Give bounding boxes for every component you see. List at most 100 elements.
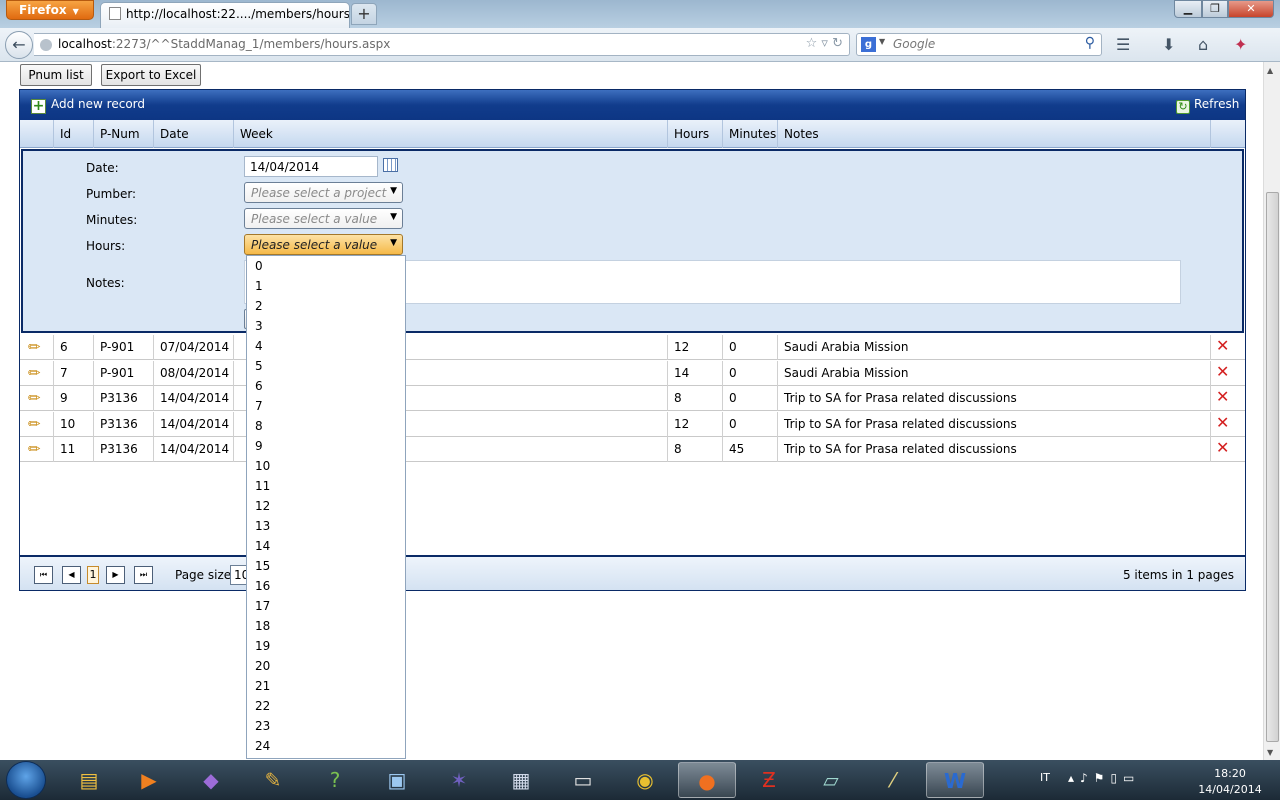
calendar-icon[interactable] (383, 158, 398, 172)
column-header-date[interactable]: Date (153, 120, 189, 148)
media-player-icon[interactable]: ▶ (120, 762, 178, 798)
close-window-button[interactable]: ✕ (1228, 0, 1274, 18)
scroll-up-icon[interactable]: ▲ (1267, 66, 1273, 75)
hours-option[interactable]: 24 (247, 736, 405, 756)
table-row[interactable]: ✏ 7 P-901 08/04/2014 14 0 Saudi Arabia Mission… (20, 360, 1245, 386)
column-header-hours[interactable]: Hours (667, 120, 709, 148)
prev-page-button[interactable]: ◀ (62, 566, 81, 584)
scrollbar-thumb[interactable] (1266, 192, 1279, 742)
hours-option[interactable]: 23 (247, 716, 405, 736)
column-header-id[interactable]: Id (53, 120, 71, 148)
search-bar[interactable]: g ▼ Google ⚲ (856, 33, 1102, 56)
help-icon[interactable]: ? (306, 762, 364, 798)
search-icon[interactable]: ⚲ (1085, 35, 1095, 51)
firefox-icon[interactable]: ● (678, 762, 736, 798)
column-header-week[interactable]: Week (233, 120, 273, 148)
table-row[interactable]: ✏ 11 P3136 14/04/2014 8 45 Trip to SA for Pras… (20, 437, 1245, 462)
addon-icon[interactable]: ✦ (1234, 35, 1247, 54)
date-input[interactable]: 14/04/2014 (244, 156, 378, 177)
page-number-button[interactable]: 1 (87, 566, 99, 584)
add-new-record-button[interactable]: + Add new record (31, 97, 145, 114)
hours-option[interactable]: 5 (247, 356, 405, 376)
column-header-notes[interactable]: Notes (777, 120, 819, 148)
filezilla-icon[interactable]: Ƶ (740, 762, 798, 798)
table-row[interactable]: ✏ 6 P-901 07/04/2014 12 0 Saudi Arabia Mission… (20, 335, 1245, 360)
start-button[interactable] (6, 761, 46, 799)
hours-option[interactable]: 4 (247, 336, 405, 356)
hours-option[interactable]: 18 (247, 616, 405, 636)
hours-dropdown[interactable]: Please select a value ▼ (244, 234, 403, 255)
visual-studio-icon[interactable]: ◆ (182, 762, 240, 798)
home-icon[interactable]: ⌂ (1198, 35, 1208, 54)
pnum-dropdown[interactable]: Please select a project ▼ (244, 182, 403, 203)
export-excel-button[interactable]: Export to Excel (101, 64, 201, 86)
delete-icon[interactable]: ✕ (1216, 336, 1229, 355)
reload-icon[interactable]: ↻ (832, 36, 843, 51)
page-scrollbar[interactable]: ▲ ▼ (1263, 62, 1280, 760)
pencil-icon[interactable]: ✏ (28, 338, 41, 356)
next-page-button[interactable]: ▶ (106, 566, 125, 584)
pencil-icon[interactable]: ✏ (28, 415, 41, 433)
scroll-down-icon[interactable]: ▼ (1267, 748, 1273, 757)
pencil-icon[interactable]: ✏ (28, 389, 41, 407)
new-tab-button[interactable]: + (351, 3, 377, 25)
language-indicator[interactable]: IT (1040, 771, 1050, 784)
delete-icon[interactable]: ✕ (1216, 438, 1229, 457)
explorer-icon[interactable]: ▤ (60, 762, 118, 798)
hours-option[interactable]: 10 (247, 456, 405, 476)
hours-option[interactable]: 13 (247, 516, 405, 536)
hours-option[interactable]: 21 (247, 676, 405, 696)
table-row[interactable]: ✏ 10 P3136 14/04/2014 12 0 Trip to SA for Pras… (20, 411, 1245, 437)
back-button[interactable]: ← (5, 31, 33, 59)
hours-option[interactable]: 7 (247, 396, 405, 416)
editor-icon[interactable]: ▦ (492, 762, 550, 798)
chevron-down-icon[interactable]: ▼ (879, 37, 885, 46)
hours-option[interactable]: 11 (247, 476, 405, 496)
pnum-list-button[interactable]: Pnum list (20, 64, 92, 86)
firefox-menu-button[interactable]: Firefox ▼ (6, 0, 94, 20)
pencil-icon[interactable]: ✏ (28, 440, 41, 458)
delete-icon[interactable]: ✕ (1216, 387, 1229, 406)
hours-option[interactable]: 15 (247, 556, 405, 576)
hours-option[interactable]: 8 (247, 416, 405, 436)
refresh-button[interactable]: ↻ Refresh (1176, 97, 1239, 114)
column-header-pnum[interactable]: P-Num (93, 120, 140, 148)
minutes-dropdown[interactable]: Please select a value ▼ (244, 208, 403, 229)
column-header-minutes[interactable]: Minutes (722, 120, 776, 148)
table-row[interactable]: ✏ 9 P3136 14/04/2014 8 0 Trip to SA for Prasa … (20, 386, 1245, 411)
hours-option[interactable]: 9 (247, 436, 405, 456)
notes-app-icon[interactable]: ▱ (802, 762, 860, 798)
bookmark-star-icon[interactable]: ☆ (806, 36, 818, 51)
word-icon[interactable]: W (926, 762, 984, 798)
url-bar[interactable]: localhost:2273/^^StaddManag_1/members/ho… (34, 33, 850, 56)
terminal-icon[interactable]: ▭ (554, 762, 612, 798)
hours-option[interactable]: 1 (247, 276, 405, 296)
wand-icon[interactable]: ⁄ (864, 762, 922, 798)
bird-icon[interactable]: ✶ (430, 762, 488, 798)
bookmarks-icon[interactable]: ☰ (1116, 35, 1130, 54)
tools-icon[interactable]: ✎ (244, 762, 302, 798)
hours-option[interactable]: 12 (247, 496, 405, 516)
pencil-icon[interactable]: ✏ (28, 364, 41, 382)
last-page-button[interactable]: ⏭ (134, 566, 153, 584)
google-icon[interactable]: g (861, 37, 876, 52)
downloads-icon[interactable]: ⬇ (1162, 35, 1175, 54)
tray-icons[interactable]: ▴♪⚑▯▭ (1068, 771, 1140, 785)
chrome-icon[interactable]: ◉ (616, 762, 674, 798)
hours-option[interactable]: 14 (247, 536, 405, 556)
hours-option[interactable]: 22 (247, 696, 405, 716)
browser-tab[interactable]: http://localhost:22..../members/hours.as… (100, 2, 350, 28)
hours-option[interactable]: 16 (247, 576, 405, 596)
delete-icon[interactable]: ✕ (1216, 413, 1229, 432)
first-page-button[interactable]: ⏮ (34, 566, 53, 584)
delete-icon[interactable]: ✕ (1216, 362, 1229, 381)
hours-option[interactable]: 2 (247, 296, 405, 316)
hours-option[interactable]: 6 (247, 376, 405, 396)
hours-option[interactable]: 0 (247, 256, 405, 276)
hours-option[interactable]: 3 (247, 316, 405, 336)
minimize-button[interactable]: ▁ (1174, 0, 1202, 18)
hours-option[interactable]: 20 (247, 656, 405, 676)
hours-option[interactable]: 19 (247, 636, 405, 656)
restore-button[interactable]: ❐ (1202, 0, 1228, 18)
box-icon[interactable]: ▣ (368, 762, 426, 798)
